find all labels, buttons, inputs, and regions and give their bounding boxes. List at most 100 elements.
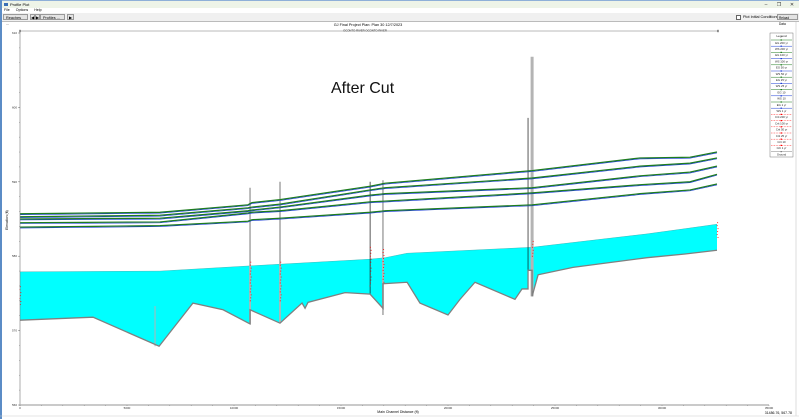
crit-marker [249, 291, 251, 293]
crit-marker [280, 276, 282, 278]
crit-marker [370, 276, 372, 278]
y-tick-label: 560 [12, 403, 17, 407]
legend-entry: Crit 100 yr [775, 121, 788, 125]
crit-marker [383, 275, 385, 277]
crit-marker [279, 282, 281, 284]
x-tick-label: 35000 [765, 406, 774, 410]
legend-entry: Crit 25 yr [776, 134, 787, 138]
crit-marker [382, 261, 384, 262]
crit-marker [716, 234, 718, 236]
crit-marker [20, 292, 22, 294]
crit-marker [249, 273, 251, 275]
crit-marker [383, 255, 385, 256]
crit-marker [383, 272, 385, 274]
crit-marker [531, 246, 533, 248]
eg-line-0 [19, 151, 718, 215]
crit-marker [531, 255, 533, 257]
legend-entry: Crit 200 yr [775, 115, 788, 119]
crit-marker [279, 291, 281, 293]
crit-marker [249, 300, 251, 302]
x-tick-label: 30000 [658, 406, 667, 410]
crit-marker [370, 267, 372, 269]
x-tick-label: 10000 [230, 406, 239, 410]
crit-marker [20, 301, 22, 302]
crit-marker [280, 261, 282, 263]
crit-marker [369, 246, 371, 248]
crit-marker [383, 258, 385, 259]
legend-entry: WS 100 yr [775, 59, 788, 63]
crit-marker [250, 270, 252, 272]
reach-end-marker [717, 29, 719, 33]
crit-marker [717, 228, 719, 230]
crit-marker [280, 288, 282, 290]
crit-marker [717, 231, 719, 233]
crit-marker [383, 281, 385, 283]
crit-marker [279, 264, 281, 266]
legend-entry: WS 25 yr [776, 84, 788, 88]
water-fill [20, 224, 717, 347]
crit-marker [370, 261, 372, 263]
crit-marker [250, 279, 252, 281]
x-tick-label: 0 [19, 406, 21, 410]
crit-marker [250, 267, 252, 269]
legend-entry: EG 50 yr [776, 66, 787, 70]
crit-marker [383, 249, 385, 250]
crit-marker [280, 267, 282, 269]
legend-title: Legend [776, 34, 786, 38]
legend-entry: Crit 50 yr [776, 128, 787, 132]
y-tick-label: 580 [12, 254, 17, 258]
legend-entry: Crit 10 [777, 140, 786, 144]
crit-marker [249, 282, 251, 284]
crit-marker [250, 285, 252, 287]
crit-marker [532, 249, 534, 251]
crit-marker [250, 288, 252, 290]
legend-entry: WS 1 yr [777, 109, 787, 113]
crit-marker [280, 285, 282, 287]
x-tick-label: 15000 [337, 406, 346, 410]
legend-entry: EG 100 yr [775, 53, 788, 57]
crit-marker [250, 261, 252, 263]
crit-marker [532, 252, 534, 254]
crit-marker [717, 237, 719, 238]
crit-marker [250, 297, 252, 299]
reach-label: OCONTO RIVER OCONTO RIVER [343, 29, 387, 33]
crit-marker [370, 270, 372, 272]
crit-marker [370, 279, 372, 281]
legend-entry: Ground [777, 152, 787, 156]
y-axis-label: Elevation (ft) [5, 210, 9, 230]
y-tick-label: 590 [12, 180, 17, 184]
x-axis-label: Main Channel Distance (ft) [377, 410, 418, 414]
legend-entry: EG 10 [778, 90, 786, 94]
legend-entry: EG 25 yr [776, 78, 787, 82]
crit-marker [369, 273, 371, 275]
crit-marker [716, 225, 718, 227]
crit-marker [370, 258, 372, 260]
crit-marker [250, 294, 252, 296]
legend-entry: EG 200 yr [775, 41, 788, 45]
crit-marker [382, 252, 384, 253]
crit-marker [279, 273, 281, 275]
legend-box [769, 32, 794, 158]
legend-entry: Crit 1 yr [777, 146, 787, 150]
crit-marker [382, 269, 384, 271]
y-tick-label: 610 [12, 31, 17, 35]
chart-title: GJ Final Project Plan: Plan 30 12/7/2023 [334, 23, 403, 27]
crit-marker [280, 279, 282, 281]
crit-marker [383, 266, 385, 268]
x-tick-label: 5000 [124, 406, 131, 410]
crit-marker [279, 300, 281, 302]
legend-entry: WS 200 yr [775, 47, 788, 51]
crit-marker [249, 264, 251, 266]
crit-marker [370, 252, 372, 254]
ws-line-0 [19, 152, 718, 215]
legend-entry: WS 50 yr [776, 72, 788, 76]
crit-marker [250, 276, 252, 278]
crit-marker [369, 282, 371, 284]
crit-marker [369, 255, 371, 257]
x-tick-label: 20000 [444, 406, 453, 410]
eg-line-2 [19, 165, 718, 220]
reach-start-marker [19, 29, 21, 33]
crit-marker [280, 297, 282, 299]
crit-marker [532, 243, 534, 245]
after-cut-annotation: After Cut [331, 80, 395, 97]
